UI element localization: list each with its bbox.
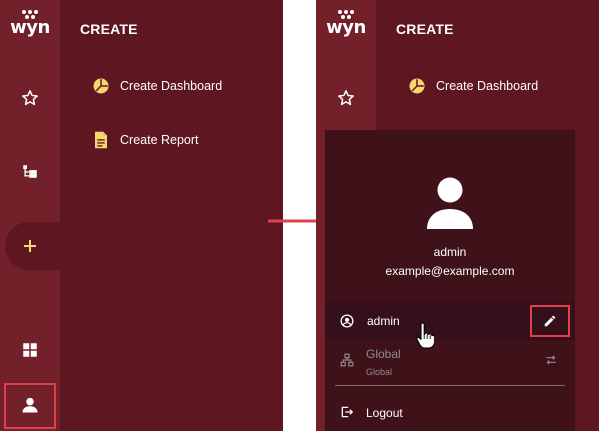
hand-cursor-icon <box>416 322 434 349</box>
edit-profile-button[interactable] <box>530 305 570 337</box>
organization-row[interactable]: Global Global <box>325 344 575 384</box>
organization-label: Global <box>366 347 401 361</box>
left-screen: wyn CREATE Create Dashboard Create Repor… <box>0 0 283 431</box>
star-icon[interactable] <box>334 86 358 110</box>
star-icon[interactable] <box>18 86 42 110</box>
profile-label: admin <box>367 314 400 328</box>
wyn-logo[interactable]: wyn <box>325 10 367 38</box>
user-icon-highlight <box>4 383 56 429</box>
avatar-icon <box>427 177 473 229</box>
switch-arrows-icon[interactable] <box>544 353 558 367</box>
pencil-icon <box>544 315 556 327</box>
plus-icon[interactable] <box>18 234 42 258</box>
user-popup: admin example@example.com admin Global G… <box>325 130 575 431</box>
create-report-label: Create Report <box>120 133 199 147</box>
logout-label: Logout <box>366 406 403 420</box>
section-title: CREATE <box>396 21 454 37</box>
section-title: CREATE <box>80 21 138 37</box>
logo-text: wyn <box>10 17 50 38</box>
divider <box>335 385 565 386</box>
user-circle-icon <box>340 314 354 328</box>
dashboard-pie-icon <box>92 77 110 95</box>
dashboard-pie-icon <box>408 77 426 95</box>
create-dashboard-item[interactable]: Create Dashboard <box>408 76 538 96</box>
tree-icon[interactable] <box>18 160 42 184</box>
create-dashboard-item[interactable]: Create Dashboard <box>92 76 222 96</box>
logout-row[interactable]: Logout <box>325 398 575 428</box>
user-email: example@example.com <box>385 264 515 278</box>
create-dashboard-label: Create Dashboard <box>436 79 539 93</box>
user-name: admin <box>433 245 467 259</box>
logout-icon <box>341 406 354 418</box>
nav-rail: wyn <box>0 0 60 431</box>
grid-icon[interactable] <box>18 338 42 362</box>
create-dashboard-label: Create Dashboard <box>120 79 223 93</box>
logo-text: wyn <box>326 17 366 38</box>
network-icon <box>340 353 354 367</box>
report-document-icon <box>92 131 110 149</box>
create-report-item[interactable]: Create Report <box>92 130 199 150</box>
wyn-logo[interactable]: wyn <box>9 10 51 38</box>
organization-sublabel: Global <box>366 367 393 377</box>
